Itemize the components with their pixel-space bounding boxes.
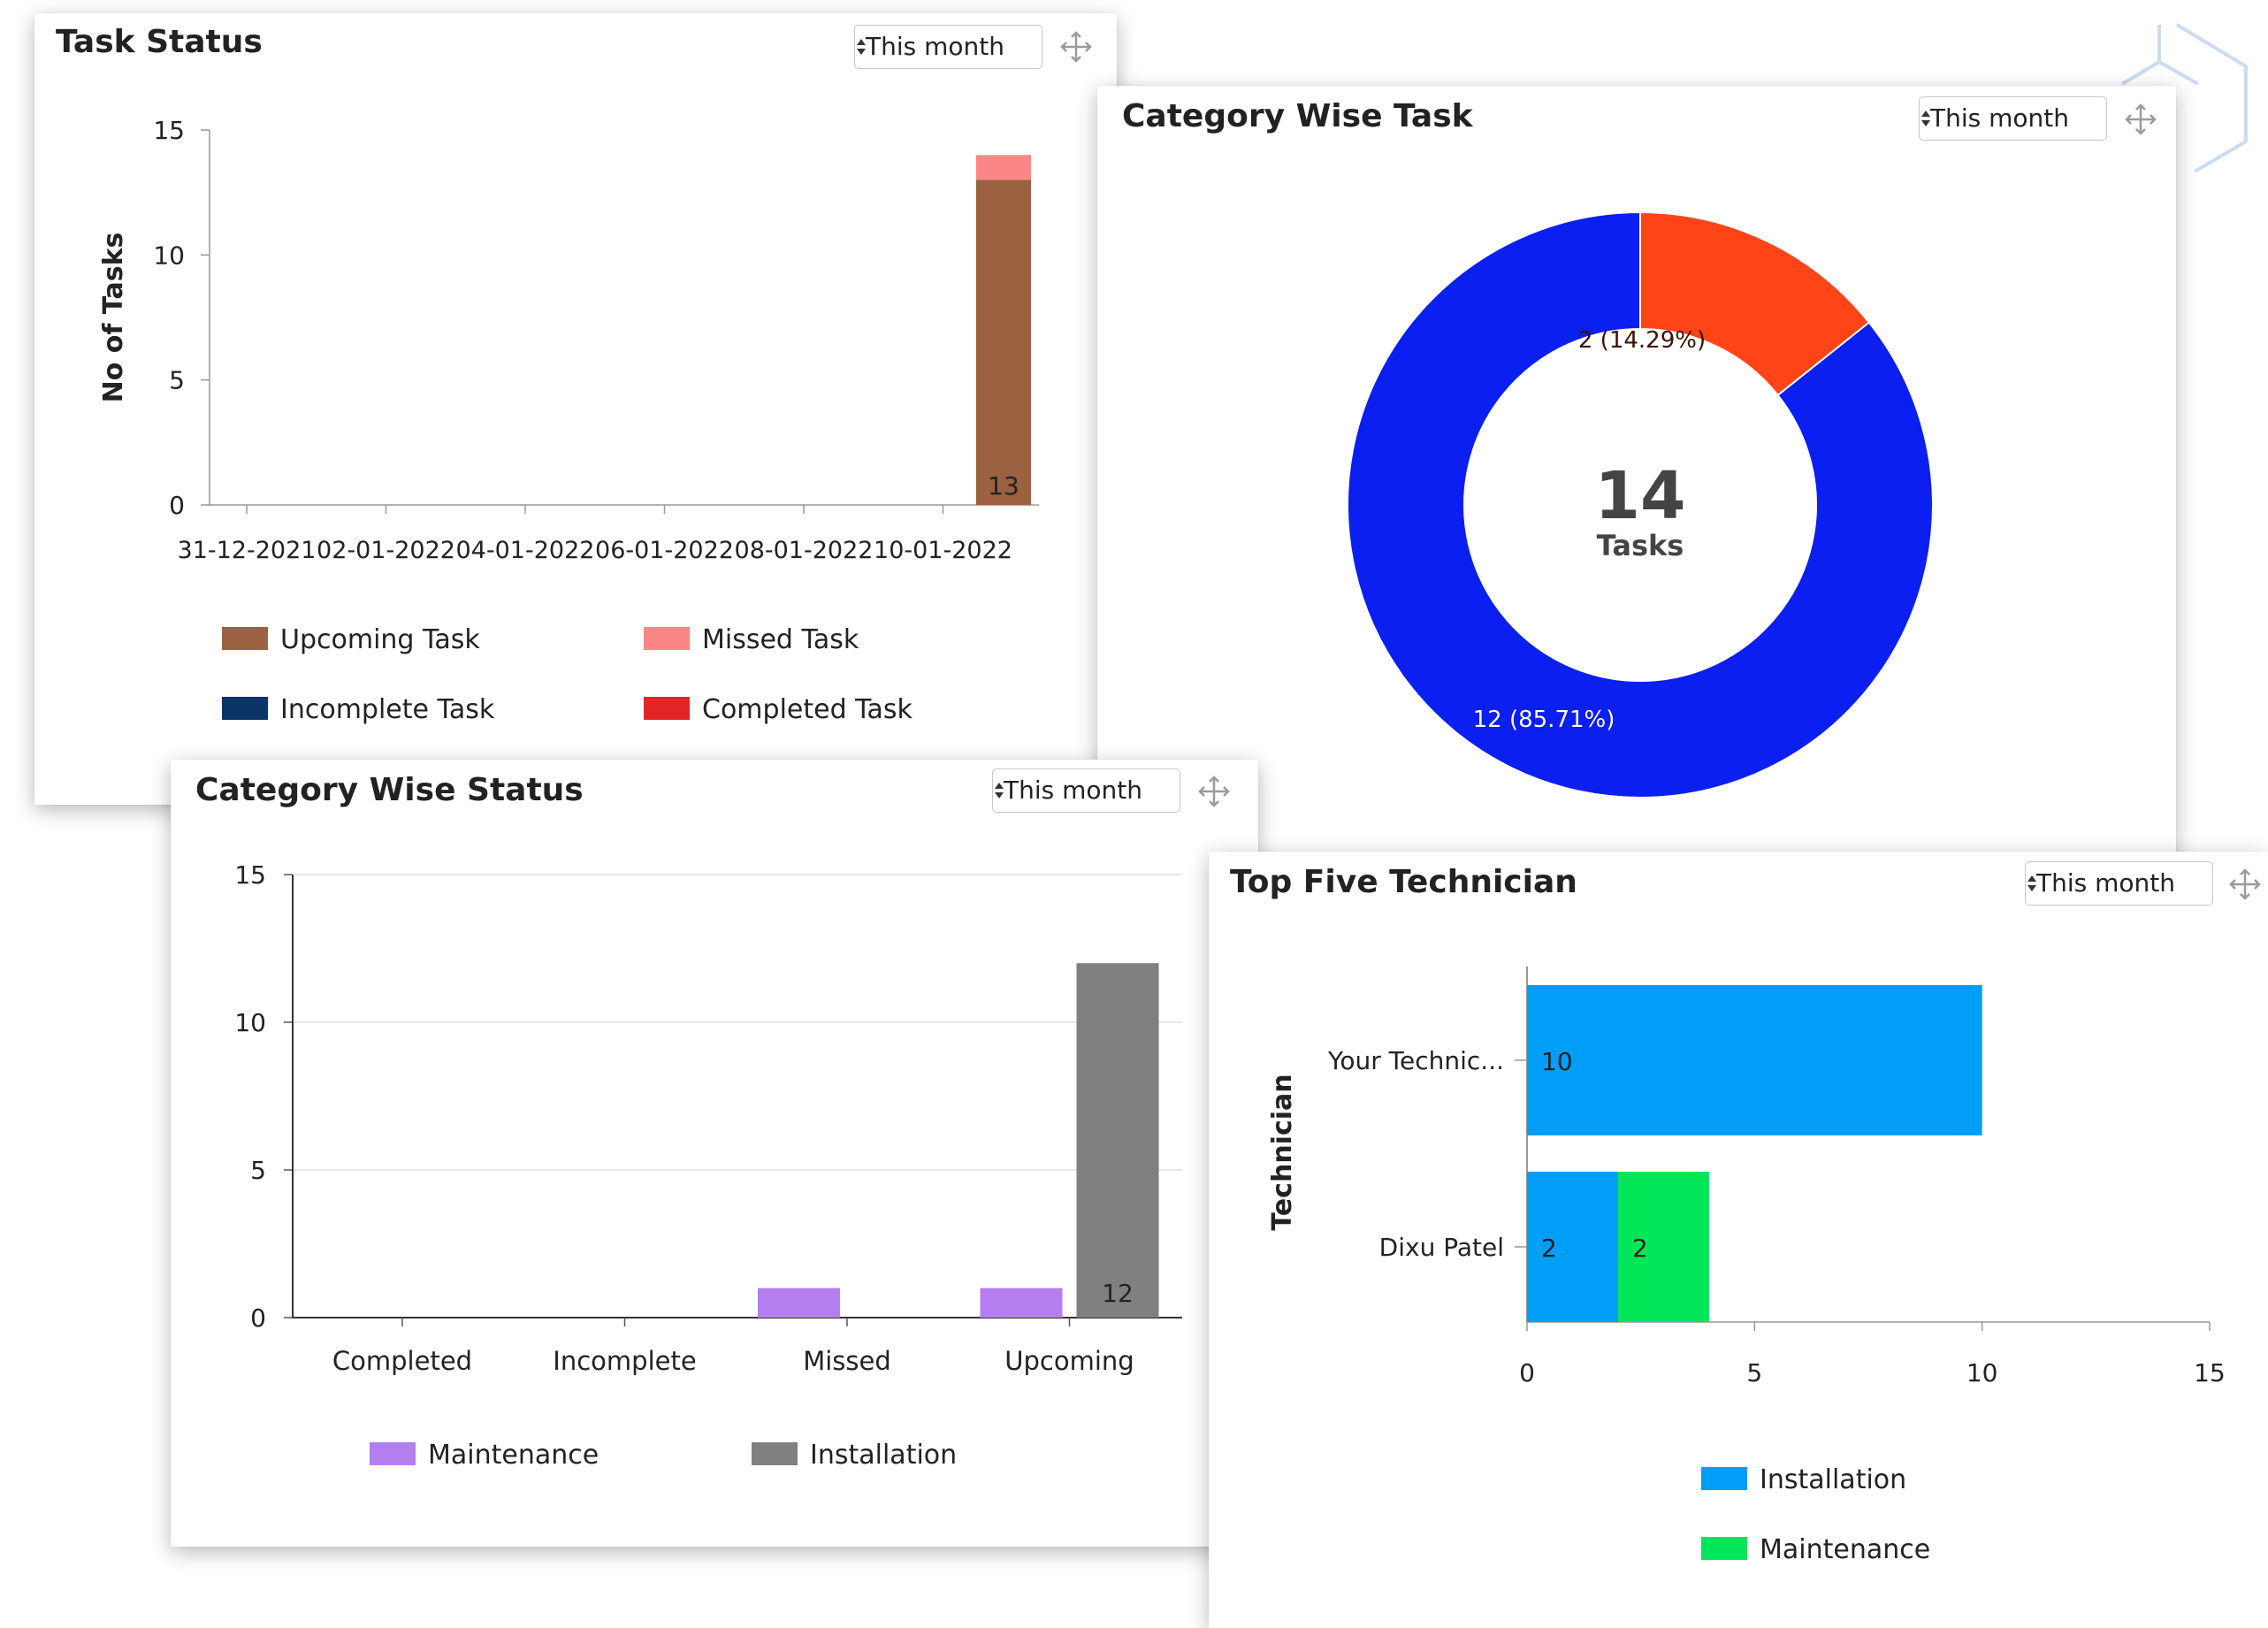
- category-wise-task-chart: 2 (14.29%) 12 (85.71%) 14Tasks: [1347, 210, 1934, 799]
- x-tick-label: 06-01-2022: [595, 537, 734, 564]
- x-tick-label: 02-01-2022: [317, 537, 455, 564]
- legend-swatch: [644, 627, 690, 650]
- bar-installation: [1076, 963, 1159, 1318]
- y-tick-label: 0: [250, 1303, 266, 1333]
- y-tick-label: 10: [234, 1008, 266, 1037]
- bar-missed-task: [976, 155, 1031, 180]
- x-tick-label: Incomplete: [553, 1346, 696, 1376]
- y-tick-label: 15: [153, 116, 185, 145]
- category-wise-status-card: Category Wise Status This month ▲ 051015…: [171, 760, 1258, 1547]
- legend-label: Maintenance: [428, 1440, 599, 1471]
- legend-label: Installation: [1760, 1464, 1906, 1495]
- x-tick-label: 31-12-2021: [178, 537, 317, 564]
- task-status-chart: 0 5 10 15 No of Tasks 31-12-2021 02-01-2022 04-…: [98, 116, 1039, 725]
- legend-swatch: [222, 697, 268, 720]
- category-wise-task-card: Category Wise Task This month ▲ 2 (14.29…: [1097, 86, 2176, 890]
- slice-label: 2 (14.29%): [1578, 327, 1706, 354]
- y-tick-label: 5: [169, 366, 185, 395]
- y-axis-title: Technician: [1267, 1074, 1298, 1230]
- legend-swatch: [222, 627, 268, 650]
- bar-upcoming-task: [976, 180, 1031, 506]
- bar-maintenance: [980, 1288, 1063, 1318]
- legend-label: Incomplete Task: [280, 694, 495, 725]
- y-tick-label: 0: [169, 491, 185, 520]
- x-tick-label: Completed: [332, 1346, 472, 1376]
- data-label: 13: [988, 471, 1019, 501]
- x-tick-label: 15: [2194, 1358, 2226, 1387]
- x-tick-label: 5: [1746, 1358, 1762, 1387]
- legend-label: Maintenance: [1760, 1534, 1930, 1565]
- y-axis-title: No of Tasks: [98, 233, 129, 403]
- top-five-technician-card: Top Five Technician This month ▲ 051015T…: [1209, 852, 2268, 1628]
- x-tick-label: Upcoming: [1004, 1346, 1134, 1376]
- legend-swatch: [1701, 1537, 1747, 1560]
- y-tick-label: 5: [250, 1156, 266, 1185]
- center-label: Tasks: [1597, 529, 1684, 562]
- data-label: 2: [1632, 1234, 1648, 1263]
- x-tick-label: 10: [1966, 1358, 1998, 1387]
- legend-swatch: [1701, 1467, 1747, 1490]
- center-value: 14: [1595, 458, 1686, 534]
- bar-maintenance: [758, 1288, 840, 1318]
- x-tick-label: 10-01-2022: [874, 537, 1012, 564]
- y-tick-label: Your Technic...: [1327, 1046, 1504, 1075]
- legend-label: Missed Task: [702, 624, 859, 655]
- x-tick-label: 08-01-2022: [735, 537, 874, 564]
- y-tick-label: Dixu Patel: [1379, 1233, 1504, 1262]
- legend-swatch: [644, 697, 690, 720]
- y-tick-label: 10: [153, 241, 185, 270]
- x-tick-label: 04-01-2022: [456, 537, 595, 564]
- data-label: 2: [1541, 1234, 1557, 1263]
- y-tick-label: 15: [234, 860, 266, 890]
- legend-label: Installation: [810, 1440, 957, 1471]
- top-five-technician-chart: 0 5 10 15 Technician Your Technic... Dixu Pate…: [1267, 967, 2226, 1565]
- data-label: 12: [1102, 1279, 1134, 1308]
- legend-swatch: [752, 1442, 798, 1465]
- legend-swatch: [370, 1442, 416, 1465]
- data-label: 10: [1541, 1047, 1573, 1076]
- x-tick-label: 0: [1519, 1358, 1535, 1387]
- legend-label: Completed Task: [702, 694, 913, 725]
- x-tick-label: Missed: [803, 1346, 891, 1376]
- category-wise-status-chart: 0 5 10 15 Completed Incomplete Missed Upcoming 1…: [234, 860, 1182, 1471]
- task-status-card: Task Status This month ▲ 051015No of Tas…: [34, 13, 1117, 805]
- slice-label: 12 (85.71%): [1473, 707, 1615, 733]
- legend-label: Upcoming Task: [280, 624, 480, 655]
- bar-installation: [1527, 985, 1982, 1135]
